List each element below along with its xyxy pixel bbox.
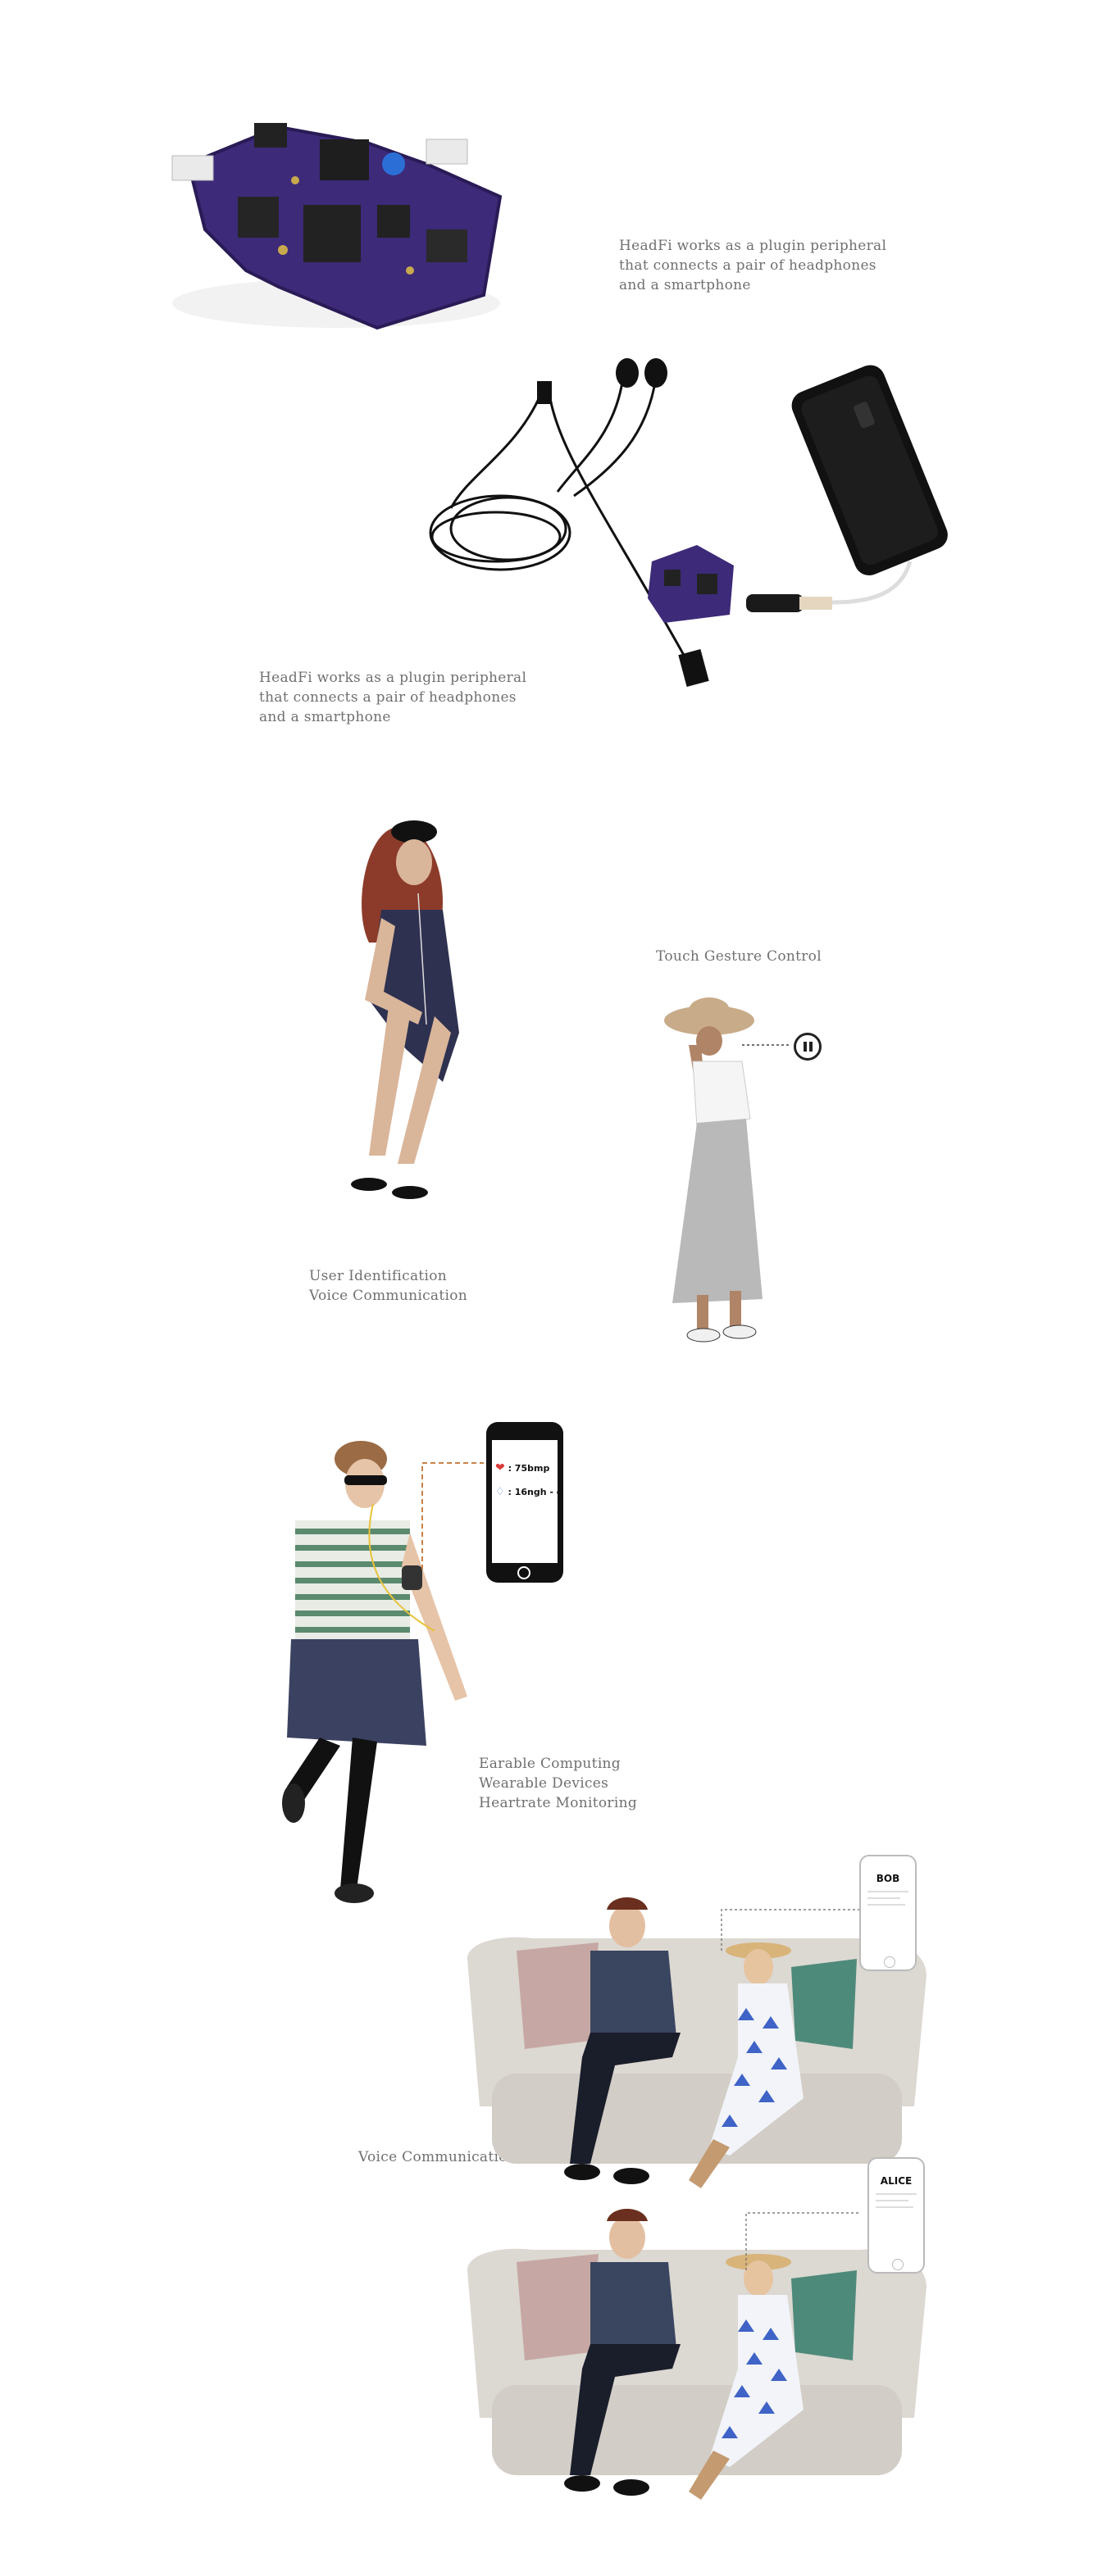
setup-caption-line-1: HeadFi works as a plugin peripheral	[259, 670, 527, 686]
phone-bob: BOB	[859, 1855, 917, 1971]
touch-caption-line-1: Touch Gesture Control	[656, 948, 822, 965]
board-caption-line-1: HeadFi works as a plugin peripheral	[619, 238, 887, 254]
phone-home-button	[517, 1566, 530, 1579]
breath-rate-value: : 16ngh - g	[508, 1487, 563, 1497]
phone-bob-name: BOB	[876, 1873, 900, 1884]
phone-alice: ALICE	[867, 2157, 925, 2274]
identification-caption: User Identification Voice Communication	[309, 1266, 467, 1306]
earable-caption: Earable Computing Wearable Devices Heart…	[479, 1754, 637, 1813]
couple-sofa-illustration-bottom	[467, 2209, 927, 2500]
pause-icon[interactable]	[794, 1033, 822, 1061]
heart-icon: ❤	[495, 1461, 505, 1474]
seated-woman-illustration	[351, 820, 459, 1199]
board-caption-line-3: and a smartphone	[619, 277, 751, 293]
identification-caption-line-2: Voice Communication	[309, 1288, 467, 1304]
board-caption-line-2: that connects a pair of headphones	[619, 257, 876, 274]
earable-caption-line-2: Wearable Devices	[479, 1775, 609, 1792]
setup-caption-line-2: that connects a pair of headphones	[259, 689, 517, 706]
phone-bob-home-button	[884, 1956, 895, 1968]
earable-caption-line-3: Heartrate Monitoring	[479, 1795, 638, 1811]
walking-man-illustration	[282, 1441, 484, 1903]
standing-woman-illustration	[664, 997, 791, 1343]
phone-alice-name: ALICE	[880, 2175, 913, 2187]
couple-sofa-illustration-top	[467, 1897, 927, 2188]
headphones-setup-illustration	[429, 358, 948, 687]
pcb-board-illustration	[171, 123, 503, 330]
earable-caption-line-1: Earable Computing	[479, 1756, 621, 1772]
setup-caption-line-3: and a smartphone	[259, 709, 391, 725]
identification-caption-line-1: User Identification	[309, 1268, 448, 1284]
setup-caption: HeadFi works as a plugin peripheral that…	[259, 668, 526, 727]
heart-rate-phone: ❤ : 75bmp ♢ : 16ngh - g	[486, 1422, 563, 1583]
board-caption: HeadFi works as a plugin peripheral that…	[619, 236, 886, 295]
touch-caption: Touch Gesture Control	[656, 947, 822, 966]
lungs-icon: ♢	[495, 1486, 505, 1498]
heart-rate-value: : 75bmp	[508, 1463, 550, 1474]
phone-alice-home-button	[892, 2259, 904, 2270]
